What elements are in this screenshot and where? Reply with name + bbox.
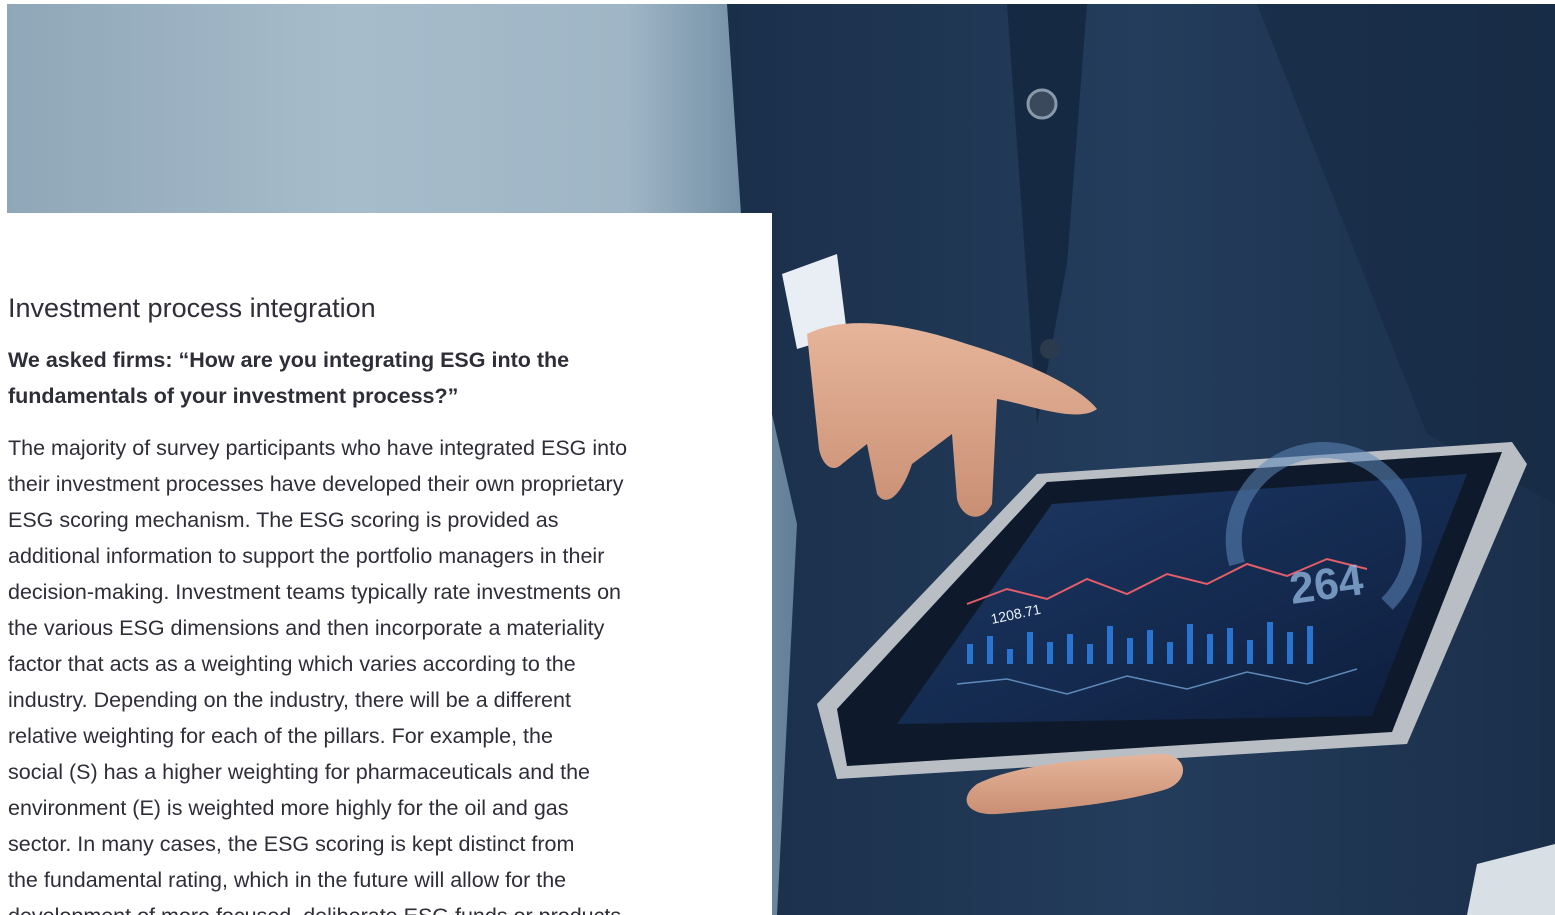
survey-question-line: fundamentals of your investment process?… bbox=[8, 384, 459, 408]
body-line: relative weighting for each of the pilla… bbox=[8, 724, 553, 748]
survey-question: We asked firms: “How are you integrating… bbox=[8, 342, 748, 414]
body-line: environment (E) is weighted more highly … bbox=[8, 796, 569, 820]
section-title: Investment process integration bbox=[8, 293, 376, 323]
body-line: ESG scoring mechanism. The ESG scoring i… bbox=[8, 508, 559, 532]
body-line: their investment processes have develope… bbox=[8, 472, 624, 496]
body-line: social (S) has a higher weighting for ph… bbox=[8, 760, 591, 784]
survey-question-line: We asked firms: “How are you integrating… bbox=[8, 348, 570, 372]
body-line: the various ESG dimensions and then inco… bbox=[8, 616, 605, 640]
page: 264 1208.71 Investment process integrati… bbox=[0, 0, 1555, 915]
body-line: industry. Depending on the industry, the… bbox=[8, 688, 571, 712]
body-line: factor that acts as a weighting which va… bbox=[8, 652, 576, 676]
body-line: the fundamental rating, which in the fut… bbox=[8, 868, 567, 892]
body-line: development of more focused, deliberate … bbox=[8, 898, 728, 915]
body-line: sector. In many cases, the ESG scoring i… bbox=[8, 832, 575, 856]
tablet-figure-text: 264 bbox=[1287, 555, 1367, 614]
body-line: additional information to support the po… bbox=[8, 544, 605, 568]
body-paragraph: The majority of survey participants who … bbox=[8, 430, 728, 915]
body-line: decision-making. Investment teams typica… bbox=[8, 580, 622, 604]
body-line: The majority of survey participants who … bbox=[8, 436, 628, 460]
